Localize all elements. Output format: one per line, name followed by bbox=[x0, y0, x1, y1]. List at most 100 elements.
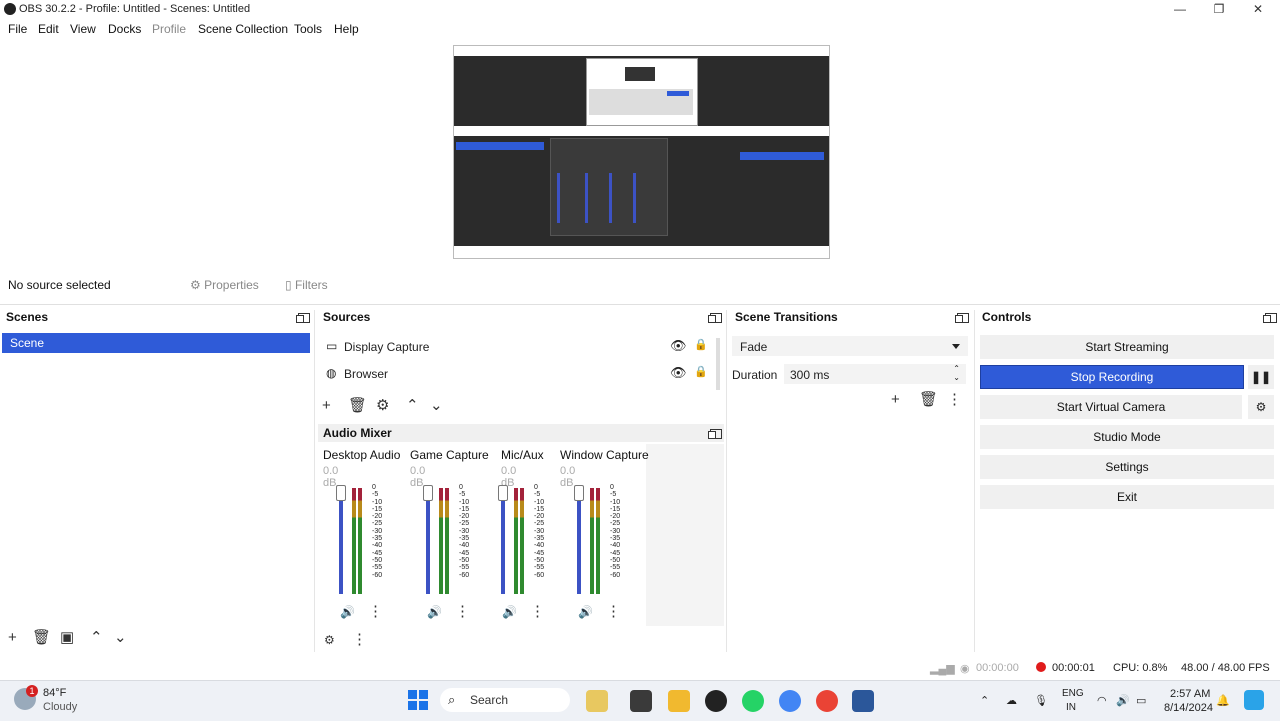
obs-taskbar-icon[interactable] bbox=[705, 690, 727, 712]
notification-bell-icon[interactable]: 🔔 bbox=[1216, 694, 1230, 707]
mixer-menu-icon[interactable]: ⋮ bbox=[352, 632, 367, 648]
menu-docks[interactable]: Docks bbox=[108, 22, 141, 36]
channel-menu-icon[interactable]: ⋮ bbox=[455, 604, 470, 620]
virtual-camera-settings-button[interactable]: ⚙ bbox=[1248, 395, 1274, 419]
move-source-up-button[interactable]: ⌃ bbox=[406, 398, 419, 414]
add-transition-button[interactable]: + bbox=[891, 392, 900, 408]
restore-button[interactable]: ❐ bbox=[1211, 2, 1227, 16]
menu-file[interactable]: File bbox=[8, 22, 27, 36]
battery-icon[interactable]: ▭ bbox=[1136, 694, 1146, 707]
meter-scale-tick: -20 bbox=[459, 513, 470, 521]
word-icon[interactable] bbox=[852, 690, 874, 712]
move-scene-down-button[interactable]: ⌄ bbox=[114, 630, 127, 646]
studio-mode-button[interactable]: Studio Mode bbox=[980, 425, 1274, 449]
channel-menu-icon[interactable]: ⋮ bbox=[606, 604, 621, 620]
undock-mixer-icon[interactable] bbox=[708, 426, 722, 440]
program-preview[interactable] bbox=[453, 45, 830, 259]
remove-source-button[interactable]: 🗑 bbox=[348, 398, 367, 414]
lock-icon[interactable]: 🔒 bbox=[694, 338, 708, 351]
onedrive-icon[interactable]: ☁ bbox=[1006, 694, 1017, 707]
scene-filters-button[interactable]: ▣ bbox=[60, 630, 74, 646]
sources-scrollbar[interactable] bbox=[716, 338, 720, 390]
tray-chevron-icon[interactable]: ⌃ bbox=[980, 694, 989, 707]
whatsapp-icon[interactable] bbox=[742, 690, 764, 712]
mute-speaker-icon[interactable]: 🔊 bbox=[502, 604, 517, 620]
language-top[interactable]: ENG bbox=[1062, 688, 1084, 699]
menu-edit[interactable]: Edit bbox=[38, 22, 59, 36]
transition-menu-icon[interactable]: ⋮ bbox=[947, 392, 962, 408]
spin-up-icon[interactable]: ⌃ bbox=[953, 364, 960, 373]
meter-scale-tick: -15 bbox=[372, 505, 383, 513]
volume-fader[interactable] bbox=[501, 488, 505, 594]
mute-speaker-icon[interactable]: 🔊 bbox=[578, 604, 593, 620]
source-item[interactable]: ◍ Browser 👁 🔒 bbox=[326, 363, 710, 387]
spin-down-icon[interactable]: ⌄ bbox=[953, 373, 960, 382]
add-source-button[interactable]: + bbox=[322, 398, 331, 414]
windows-start-icon[interactable] bbox=[408, 690, 428, 710]
volume-fader-handle[interactable] bbox=[423, 485, 433, 501]
source-properties-button[interactable]: ⚙ bbox=[376, 398, 389, 414]
transition-select[interactable]: Fade bbox=[732, 336, 968, 356]
chrome-icon[interactable] bbox=[779, 690, 801, 712]
channel-menu-icon[interactable]: ⋮ bbox=[530, 604, 545, 620]
mute-speaker-icon[interactable]: 🔊 bbox=[427, 604, 442, 620]
start-virtual-camera-button[interactable]: Start Virtual Camera bbox=[980, 395, 1242, 419]
filters-button[interactable]: ▯ Filters bbox=[285, 278, 328, 292]
language-bottom[interactable]: IN bbox=[1066, 702, 1076, 713]
undock-controls-icon[interactable] bbox=[1263, 310, 1277, 324]
meter-scale-tick: -25 bbox=[372, 520, 383, 528]
undock-scenes-icon[interactable] bbox=[296, 310, 310, 324]
microphone-icon[interactable]: 🎙 bbox=[1034, 694, 1048, 707]
move-scene-up-button[interactable]: ⌃ bbox=[90, 630, 103, 646]
meter-scale-tick: -40 bbox=[534, 542, 545, 550]
lock-icon[interactable]: 🔒 bbox=[694, 365, 708, 378]
volume-fader[interactable] bbox=[339, 488, 343, 594]
settings-button[interactable]: Settings bbox=[980, 455, 1274, 479]
mixer-channel-name: Mic/Aux bbox=[501, 448, 544, 462]
remove-scene-button[interactable]: 🗑 bbox=[32, 630, 51, 646]
visibility-eye-icon[interactable]: 👁 bbox=[670, 365, 687, 381]
undock-transitions-icon[interactable] bbox=[955, 310, 969, 324]
taskbar-search-box[interactable]: ⌕ Search bbox=[440, 688, 570, 712]
menu-scene-collection[interactable]: Scene Collection bbox=[198, 22, 288, 36]
remove-transition-button[interactable]: 🗑 bbox=[919, 392, 938, 408]
copilot-icon[interactable] bbox=[1244, 690, 1264, 710]
controls-dock-title: Controls bbox=[982, 310, 1032, 324]
duration-spinbox[interactable]: 300 ms ⌃ ⌄ bbox=[784, 364, 966, 384]
advanced-audio-gear-icon[interactable]: ⚙ bbox=[324, 632, 335, 648]
properties-button[interactable]: ⚙ Properties bbox=[190, 278, 259, 292]
exit-button[interactable]: Exit bbox=[980, 485, 1274, 509]
volume-fader[interactable] bbox=[426, 488, 430, 594]
volume-fader[interactable] bbox=[577, 488, 581, 594]
add-scene-button[interactable]: + bbox=[8, 630, 17, 646]
clock-date[interactable]: 8/14/2024 bbox=[1164, 702, 1213, 714]
file-explorer-icon[interactable] bbox=[668, 690, 690, 712]
volume-fader-handle[interactable] bbox=[498, 485, 508, 501]
pause-recording-button[interactable]: ❚❚ bbox=[1248, 365, 1274, 389]
volume-fader-handle[interactable] bbox=[574, 485, 584, 501]
menu-help[interactable]: Help bbox=[334, 22, 359, 36]
weather-widget-icon[interactable] bbox=[586, 690, 608, 712]
clock-time[interactable]: 2:57 AM bbox=[1170, 688, 1210, 700]
channel-menu-icon[interactable]: ⋮ bbox=[368, 604, 383, 620]
start-streaming-button[interactable]: Start Streaming bbox=[980, 335, 1274, 359]
task-view-icon[interactable] bbox=[630, 690, 652, 712]
volume-fader-handle[interactable] bbox=[336, 485, 346, 501]
scene-list-item[interactable]: Scene bbox=[2, 333, 310, 353]
meter-scale-tick: -20 bbox=[372, 513, 383, 521]
move-source-down-button[interactable]: ⌄ bbox=[430, 398, 443, 414]
menu-tools[interactable]: Tools bbox=[294, 22, 322, 36]
menu-view[interactable]: View bbox=[70, 22, 96, 36]
undock-sources-icon[interactable] bbox=[708, 310, 722, 324]
chrome-profile-icon[interactable] bbox=[816, 690, 838, 712]
mute-speaker-icon[interactable]: 🔊 bbox=[340, 604, 355, 620]
close-button[interactable]: ✕ bbox=[1250, 2, 1266, 16]
minimize-button[interactable]: — bbox=[1172, 2, 1188, 16]
wifi-icon[interactable]: ◠ bbox=[1097, 694, 1107, 707]
volume-icon[interactable]: 🔊 bbox=[1116, 694, 1130, 707]
visibility-eye-icon[interactable]: 👁 bbox=[670, 338, 687, 354]
stop-recording-button[interactable]: Stop Recording bbox=[980, 365, 1244, 389]
meter-scale-tick: -35 bbox=[372, 535, 383, 543]
source-item[interactable]: ▭ Display Capture 👁 🔒 bbox=[326, 336, 710, 360]
menu-profile[interactable]: Profile bbox=[152, 22, 186, 36]
